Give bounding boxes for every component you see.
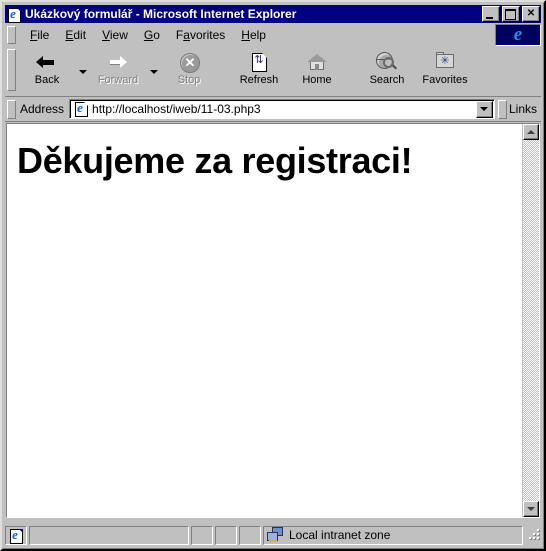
window-controls: ✕ [482, 6, 540, 22]
search-button-label: Search [369, 74, 405, 86]
security-zone-label: Local intranet zone [289, 528, 391, 542]
address-input[interactable]: e http://localhost/iweb/11-03.php3 [69, 99, 495, 119]
back-dropdown-button[interactable] [76, 48, 89, 90]
scroll-down-button[interactable] [523, 501, 539, 517]
ie-document-icon: e [73, 101, 89, 117]
house-door [315, 64, 319, 70]
links-drag-grip[interactable] [497, 99, 507, 119]
ie-logo-glyph: e [10, 5, 16, 21]
search-icon [375, 51, 399, 73]
house-shape [307, 54, 327, 70]
menu-item-favorites[interactable]: Favorites [168, 26, 233, 45]
magnifier-handle [392, 64, 397, 70]
back-button[interactable]: Back [18, 48, 76, 90]
home-button-label: Home [302, 74, 332, 86]
caret-up-icon [527, 130, 535, 134]
forward-button[interactable]: Forward [89, 48, 147, 90]
forward-dropdown-button[interactable] [147, 48, 160, 90]
chevron-down-icon [78, 70, 87, 74]
home-icon [305, 51, 329, 73]
browser-window: e Ukázkový formulář - Microsoft Internet… [0, 0, 546, 551]
status-progress-panel [191, 525, 213, 545]
status-icon-panel: e [5, 525, 27, 545]
search-button[interactable]: Search [358, 48, 416, 90]
menu-item-view[interactable]: View [94, 26, 136, 45]
refresh-icon: ⇅ [247, 51, 271, 73]
menu-items: File Edit View Go Favorites Help [17, 24, 495, 46]
status-extra-panel-2 [239, 525, 261, 545]
address-bar: Address e http://localhost/iweb/11-03.ph… [5, 97, 541, 122]
menu-item-edit[interactable]: Edit [57, 26, 94, 45]
ie-logo-icon: e [513, 24, 523, 45]
minimize-button[interactable] [482, 6, 500, 22]
stop-button[interactable]: ✕ Stop [160, 48, 218, 90]
menu-bar: File Edit View Go Favorites Help e [5, 24, 541, 46]
back-button-label: Back [34, 74, 60, 86]
forward-button-label: Forward [97, 74, 139, 86]
arrow-right-icon [106, 51, 130, 73]
chevron-down-icon [149, 70, 158, 74]
chevron-down-icon [480, 107, 489, 111]
stop-button-label: Stop [177, 74, 201, 86]
close-icon: ✕ [526, 8, 536, 19]
security-zone-panel[interactable]: Local intranet zone [263, 525, 523, 545]
window-inner-frame: e Ukázkový formulář - Microsoft Internet… [2, 2, 544, 549]
address-label: Address [20, 102, 65, 116]
arrow-right-shape [107, 56, 129, 68]
favorites-button[interactable]: ✳ Favorites [416, 48, 474, 90]
ie-document-icon[interactable]: e [6, 5, 22, 23]
menu-drag-grip[interactable] [7, 26, 16, 44]
status-message-panel [29, 525, 189, 545]
close-button[interactable]: ✕ [522, 6, 540, 22]
favorites-button-label: Favorites [422, 74, 468, 86]
caret-down-icon [527, 507, 535, 511]
toolbar-buttons: Back Forward ✕ Stop ⇅ Refresh Home Searc… [18, 46, 541, 96]
arrow-head [36, 56, 43, 68]
refresh-button-label: Refresh [239, 74, 279, 86]
address-drag-grip[interactable] [7, 99, 16, 119]
refresh-arrows-glyph: ⇅ [254, 53, 264, 66]
ie-logo-glyph: e [12, 526, 18, 542]
stop-circle: ✕ [180, 53, 200, 73]
resize-grip[interactable] [527, 527, 541, 543]
page-title: Děkujeme za registraci! [17, 140, 413, 181]
stop-x-glyph: ✕ [184, 55, 196, 70]
computer-base [269, 540, 277, 542]
arrow-shaft [43, 60, 54, 65]
content-area: Děkujeme za registraci! [6, 123, 540, 518]
links-bar-label[interactable]: Links [509, 102, 541, 116]
ie-logo-glyph: e [77, 100, 83, 115]
maximize-button[interactable] [502, 6, 520, 22]
home-button[interactable]: Home [288, 48, 346, 90]
favorites-folder-icon: ✳ [433, 51, 457, 73]
status-extra-panel-1 [215, 525, 237, 545]
window-title: Ukázkový formulář - Microsoft Internet E… [25, 7, 297, 21]
main-toolbar: Back Forward ✕ Stop ⇅ Refresh Home Searc… [5, 46, 541, 97]
status-bar: e Local intranet zone [5, 522, 541, 546]
menu-item-go[interactable]: Go [136, 26, 168, 45]
stop-icon: ✕ [177, 51, 201, 73]
vertical-scrollbar[interactable] [523, 124, 539, 517]
arrow-left-shape [36, 56, 58, 68]
star-glyph: ✳ [440, 54, 450, 67]
menu-item-file[interactable]: File [22, 26, 57, 45]
arrow-left-icon [35, 51, 59, 73]
address-url-text[interactable]: http://localhost/iweb/11-03.php3 [92, 102, 476, 116]
title-bar[interactable]: e Ukázkový formulář - Microsoft Internet… [5, 5, 541, 23]
toolbar-drag-grip[interactable] [7, 49, 16, 91]
scroll-up-button[interactable] [523, 124, 539, 140]
maximize-icon [505, 9, 516, 20]
arrow-head [120, 56, 127, 68]
minimize-icon [486, 17, 493, 19]
address-dropdown-button[interactable] [475, 100, 493, 118]
network-computers-icon [267, 527, 285, 543]
house-roof [307, 54, 327, 62]
ie-document-icon: e [8, 526, 24, 544]
menu-item-help[interactable]: Help [233, 26, 274, 45]
refresh-button[interactable]: ⇅ Refresh [230, 48, 288, 90]
ie-animated-logo-button[interactable]: e [495, 24, 541, 46]
page-viewport[interactable]: Děkujeme za registraci! [7, 124, 523, 517]
